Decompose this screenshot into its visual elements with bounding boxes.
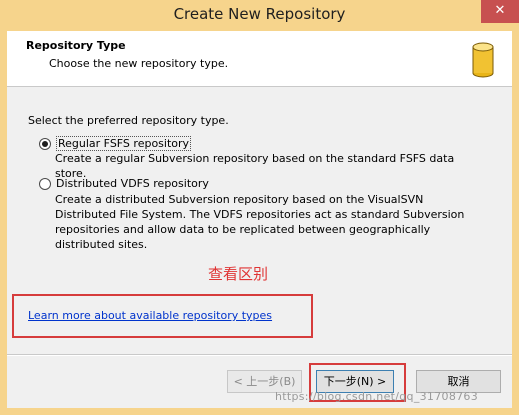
radio-button-vdfs[interactable]: [39, 177, 51, 190]
database-icon: [472, 42, 494, 78]
dialog-client: Repository Type Choose the new repositor…: [7, 31, 512, 408]
radio-option-fsfs[interactable]: Regular FSFS repository: [39, 136, 192, 151]
watermark-text: https://blog.csdn.net/qq_31708763: [275, 390, 479, 403]
radio-label-vdfs[interactable]: Distributed VDFS repository: [56, 177, 209, 190]
footer-divider: [7, 354, 512, 356]
radio-button-fsfs[interactable]: [39, 137, 51, 150]
annotation-text: 查看区别: [208, 265, 269, 283]
header-title: Repository Type: [26, 39, 126, 52]
window-title: Create New Repository: [173, 5, 346, 23]
radio-label-fsfs[interactable]: Regular FSFS repository: [56, 136, 192, 151]
learn-more-link[interactable]: Learn more about available repository ty…: [28, 309, 272, 322]
wizard-header: Repository Type Choose the new repositor…: [7, 31, 512, 87]
vdfs-description: Create a distributed Subversion reposito…: [55, 193, 465, 251]
close-button[interactable]: ✕: [481, 0, 519, 23]
header-subtitle: Choose the new repository type.: [49, 57, 229, 70]
type-prompt: Select the preferred repository type.: [28, 114, 229, 127]
radio-option-vdfs[interactable]: Distributed VDFS repository: [39, 177, 209, 190]
title-bar: Create New Repository ✕: [0, 0, 519, 31]
